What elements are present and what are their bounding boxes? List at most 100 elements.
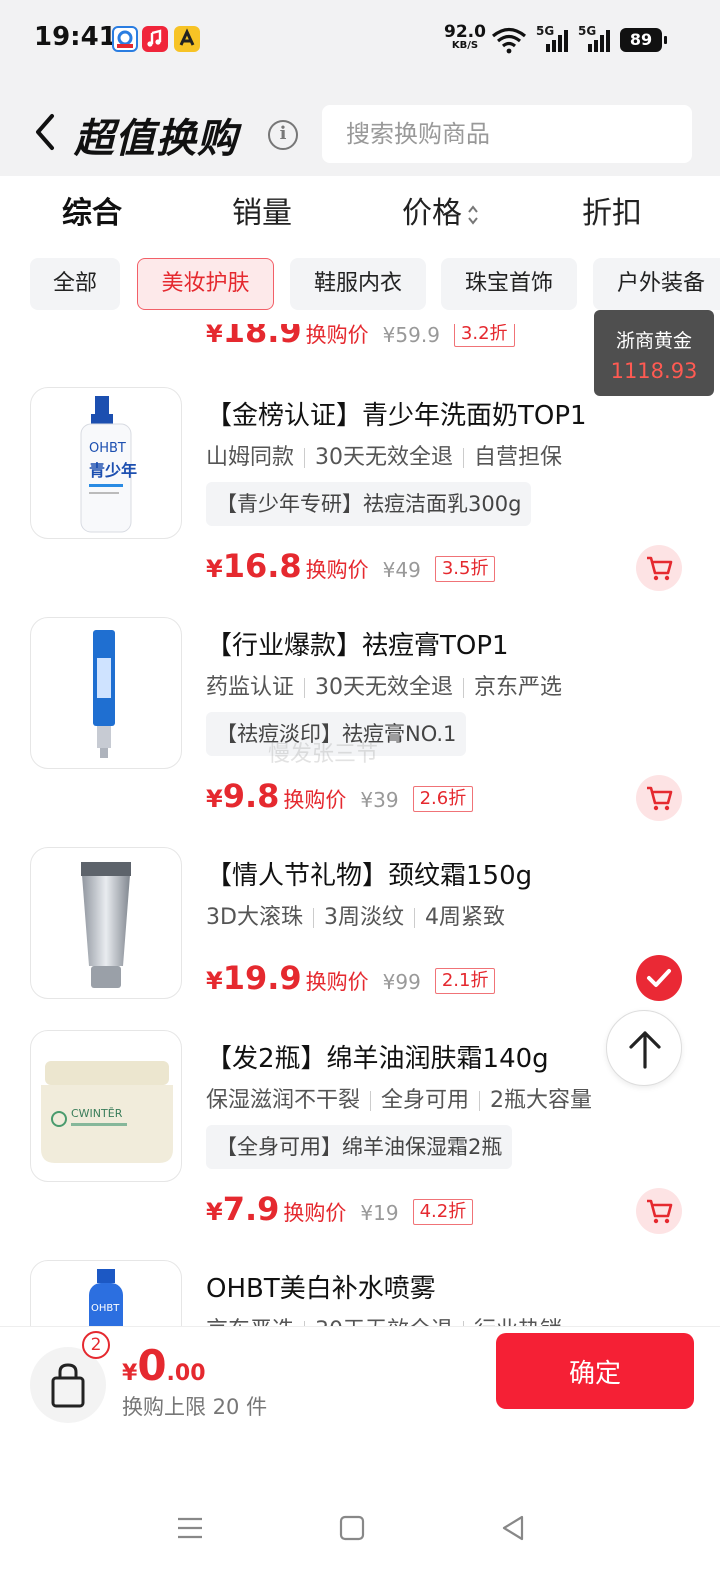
tab-discount[interactable]: 折扣 — [582, 188, 642, 232]
tag: 山姆同款 — [206, 445, 295, 470]
price-label: 换购价 — [305, 558, 369, 582]
add-to-cart-button[interactable] — [636, 1188, 682, 1234]
product-note: 【全身可用】绵羊油保湿霜2瓶 — [206, 1125, 513, 1169]
spray-bottle-image: OHBT — [89, 1269, 123, 1326]
music-app-icon — [142, 26, 168, 52]
info-icon[interactable]: i — [268, 120, 298, 150]
header: 超值换购 i — [0, 80, 720, 176]
thumb-text: 青少年 — [89, 461, 137, 480]
discount-badge: 2.6折 — [412, 786, 474, 812]
total-decimal: .00 — [166, 1361, 206, 1386]
price-label: 换购价 — [305, 970, 369, 994]
price-row: ¥7.9 换购价 ¥19 4.2折 — [206, 1190, 474, 1228]
total-integer: 0 — [137, 1341, 167, 1390]
sort-tabs: 综合 销量 价格 折扣 — [0, 176, 720, 246]
back-to-top-button[interactable] — [606, 1010, 682, 1086]
chip-jewelry[interactable]: 珠宝首饰 — [441, 258, 577, 310]
thumb-brand: OHBT — [91, 1303, 120, 1314]
product-item[interactable]: 【情人节礼物】颈纹霜150g 3D大滚珠 3周淡纹 4周紧致 ¥19.9 换购价 ¥99… — [0, 847, 720, 1017]
arrow-up-icon — [629, 1031, 661, 1069]
original-price: ¥99 — [382, 970, 421, 994]
discount-badge: 2.1折 — [434, 968, 496, 994]
add-to-cart-button[interactable] — [636, 545, 682, 591]
price-row: ¥18.9 换购价 ¥59.9 3.2折 — [206, 324, 515, 350]
discount-badge: 3.5折 — [434, 556, 496, 582]
chip-beauty[interactable]: 美妆护肤 — [137, 258, 274, 310]
product-tags: 药监认证 30天无效全退 京东严选 — [206, 669, 562, 701]
product-image[interactable]: CWINTĒR — [30, 1030, 182, 1182]
product-item[interactable]: 【行业爆款】祛痘膏TOP1 药监认证 30天无效全退 京东严选 【祛痘淡印】祛痘膏N… — [0, 617, 720, 837]
tab-comprehensive[interactable]: 综合 — [62, 188, 122, 232]
lanolin-cream-jar-image: CWINTĒR — [41, 1061, 173, 1163]
product-image[interactable]: OHBT 青少年 — [30, 387, 182, 539]
original-price: ¥39 — [360, 788, 399, 812]
tag: 30天无效全退 — [315, 675, 454, 700]
search-input[interactable] — [322, 105, 692, 163]
product-image[interactable] — [30, 617, 182, 769]
price-value: 7.9 — [222, 1190, 280, 1228]
home-icon[interactable] — [332, 1508, 372, 1548]
tag: 3周淡纹 — [323, 905, 404, 930]
price-row: ¥16.8 换购价 ¥49 3.5折 — [206, 547, 496, 585]
product-item[interactable]: OHBT OHBT美白补水喷雾 京东严选 30天无效全退 行业热销 — [0, 1260, 720, 1326]
limit-text: 换购上限 20 件 — [122, 1395, 268, 1419]
selected-check-button[interactable] — [636, 955, 682, 1001]
tag: 京东严选 — [206, 1318, 294, 1326]
product-tags: 山姆同款 30天无效全退 自营担保 — [206, 439, 562, 471]
neck-cream-tube-image — [81, 862, 131, 988]
discount-badge: 3.2折 — [453, 324, 515, 347]
product-tags: 京东严选 30天无效全退 行业热销 — [206, 1312, 562, 1326]
back-button[interactable] — [28, 110, 64, 154]
product-image[interactable] — [30, 847, 182, 999]
total-currency: ¥ — [122, 1361, 138, 1386]
price-value: 19.9 — [222, 959, 302, 997]
status-bar: 19:41 92.0 KB/S 5G 5G 89 — [0, 0, 720, 80]
original-price: ¥59.9 — [382, 324, 440, 347]
chip-outdoor[interactable]: 户外装备 — [593, 258, 720, 310]
product-title: 【发2瓶】绵羊油润肤霜140g — [206, 1044, 549, 1074]
price-currency: ¥ — [206, 1198, 223, 1226]
add-to-cart-button[interactable] — [636, 775, 682, 821]
cart-icon — [647, 786, 673, 811]
cart-icon — [647, 556, 673, 581]
gold-price-popup[interactable]: 浙商黄金 1118.93 — [594, 310, 714, 396]
tag: 全身可用 — [381, 1088, 470, 1113]
product-title: OHBT美白补水喷雾 — [206, 1274, 436, 1304]
thumb-brand: OHBT — [89, 441, 126, 456]
back-arrow-icon — [36, 114, 54, 150]
watermark: 慢发张三节 — [268, 742, 379, 767]
back-triangle-icon[interactable] — [494, 1508, 534, 1548]
menu-icon[interactable] — [170, 1508, 210, 1548]
product-title: 【情人节礼物】颈纹霜150g — [206, 861, 533, 891]
total-price: ¥0.00 — [122, 1341, 206, 1390]
price-value: 9.8 — [222, 777, 280, 815]
gold-name: 浙商黄金 — [615, 330, 692, 352]
cart-count-badge: 2 — [82, 1331, 110, 1359]
net-speed: 92.0 KB/S — [444, 24, 486, 52]
cleanser-bottle-image: OHBT 青少年 — [80, 396, 137, 533]
price-label: 换购价 — [283, 788, 347, 812]
product-tags: 3D大滚珠 3周淡纹 4周紧致 — [206, 899, 505, 931]
product-note: 【青少年专研】祛痘洁面乳300g — [206, 482, 532, 526]
tab-price-label: 价格 — [402, 196, 462, 231]
tag: 行业热销 — [474, 1318, 562, 1326]
tag: 4周紧致 — [424, 905, 505, 930]
tab-price[interactable]: 价格 — [402, 188, 480, 232]
chip-all[interactable]: 全部 — [30, 258, 120, 310]
confirm-button[interactable]: 确定 — [496, 1333, 694, 1409]
battery-indicator: 89 — [620, 28, 667, 52]
net-speed-value: 92.0 — [444, 22, 486, 42]
chip-apparel[interactable]: 鞋服内衣 — [290, 258, 426, 310]
product-tags: 保湿滋润不干裂 全身可用 2瓶大容量 — [206, 1082, 592, 1114]
tag: 自营担保 — [474, 445, 563, 470]
thumb-brand: CWINTĒR — [71, 1107, 123, 1120]
price-currency: ¥ — [206, 324, 223, 348]
price-label: 换购价 — [283, 1201, 347, 1225]
tab-sales[interactable]: 销量 — [232, 188, 292, 232]
tag: 30天无效全退 — [315, 1318, 453, 1326]
product-item[interactable]: OHBT 青少年 【金榜认证】青少年洗面奶TOP1 山姆同款 30天无效全退 自营担… — [0, 387, 720, 607]
tag: 2瓶大容量 — [490, 1088, 593, 1113]
status-time: 19:41 — [34, 22, 117, 52]
product-image[interactable]: OHBT — [30, 1260, 182, 1326]
system-nav-bar — [0, 1486, 720, 1584]
